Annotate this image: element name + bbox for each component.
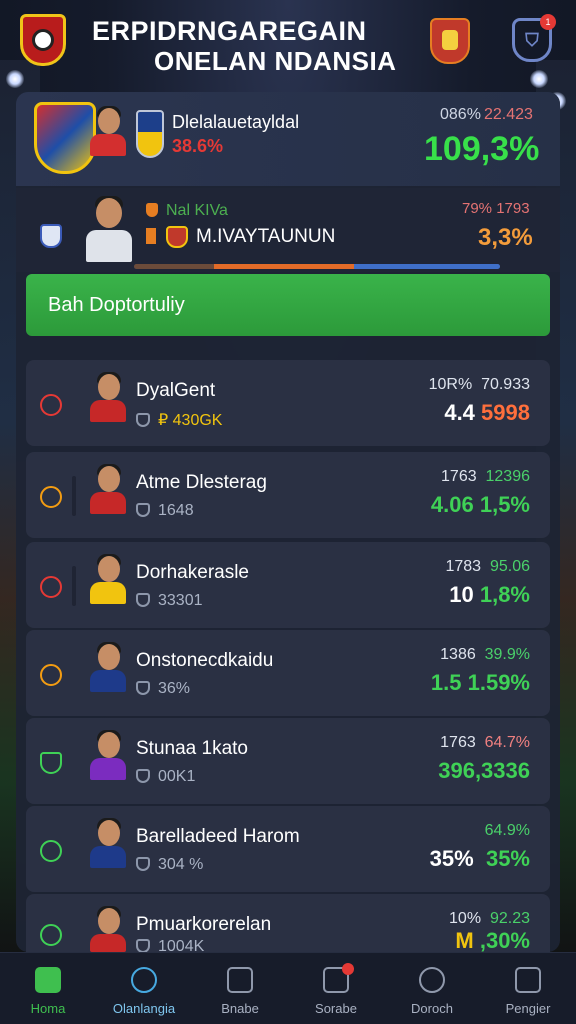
search-icon	[131, 967, 157, 993]
avatar	[90, 464, 126, 526]
club-crest-icon	[34, 102, 96, 174]
row-value: 1.5 1.59%	[430, 670, 530, 695]
nav-label: Doroch	[411, 1001, 453, 1016]
row-value: 35% 35%	[429, 846, 530, 871]
row-stats: 64.9%	[484, 822, 530, 839]
target-icon	[40, 394, 62, 416]
list-item[interactable]: DyalGent ₽ 430GK 10R% 70.933 4.4 5998	[26, 360, 550, 446]
nav-label: Pengier	[505, 1001, 551, 1016]
flame-icon	[146, 203, 158, 217]
row-sub: 00K1	[136, 768, 195, 786]
row-stats: 10% 92.23	[449, 910, 530, 927]
shoe-icon	[40, 576, 62, 598]
row-name: Onstonecdkaidu	[136, 650, 274, 671]
row-name: Atme Dlesterag	[136, 472, 267, 493]
notification-count-badge: 1	[540, 14, 556, 30]
team-badge-icon	[40, 224, 62, 248]
ball-icon	[40, 924, 62, 946]
row-stats: 1783 95.06	[445, 558, 530, 575]
drop-icon	[40, 664, 62, 686]
featured-name: Dlelalauetayldal	[172, 112, 300, 132]
nav-profile[interactable]: Doroch	[384, 953, 480, 1024]
team-badge-icon	[166, 226, 188, 248]
avatar	[90, 642, 126, 704]
avatar	[82, 196, 134, 266]
row-sub: 33301	[136, 592, 203, 610]
row-stats: 1386 39.9%	[440, 646, 530, 663]
team-badge-icon[interactable]	[430, 18, 470, 64]
user-icon	[419, 967, 445, 993]
list-item[interactable]: Pmuarkorerelan 1004K 10% 92.23 M ,30%	[26, 894, 550, 955]
nav-label: Sorabe	[315, 1001, 357, 1016]
featured-change: 38.6%	[172, 136, 224, 156]
avatar	[90, 818, 126, 880]
row-stats: 1763 64.7%	[440, 734, 530, 751]
list-item[interactable]: Dorhakerasle 33301 1783 95.06 10 1,8%	[26, 542, 550, 628]
nav-chart[interactable]: Sorabe	[288, 953, 384, 1024]
app-header: ERPIDRNGAREGAIN ONELAN NDANSIA ⛉ 1	[0, 0, 576, 92]
shield-check-icon	[40, 752, 62, 774]
featured-stat-a: 086%	[440, 106, 481, 123]
team-shield-icon	[136, 110, 164, 158]
row-value: 10 1,8%	[449, 582, 530, 607]
row-divider	[72, 566, 76, 606]
home-icon	[35, 967, 61, 993]
row-name: Stunaa 1kato	[136, 738, 248, 759]
list-item[interactable]: Onstonecdkaidu 36% 1386 39.9% 1.5 1.59%	[26, 630, 550, 716]
row-sub: ₽ 430GK	[136, 410, 222, 430]
avatar	[90, 554, 126, 616]
featured-stat-b: 22.423	[484, 106, 533, 123]
row-value: 4.06 1,5%	[430, 492, 530, 517]
list-item[interactable]: Stunaa 1kato 00K1 1763 64.7% 396,3336	[26, 718, 550, 804]
leaf-icon	[40, 840, 62, 862]
list-item[interactable]: Atme Dlesterag 1648 1763 12396 4.06 1,5%	[26, 452, 550, 538]
nav-label: Homa	[30, 1001, 66, 1016]
row-sub: 36%	[136, 680, 190, 698]
row-sub: 1648	[136, 502, 194, 520]
row-name: Pmuarkorerelan	[136, 914, 272, 935]
nav-badge	[341, 963, 354, 975]
shield-notification-icon: ⛉	[525, 29, 539, 50]
row-value: M ,30%	[455, 928, 530, 953]
row-sub: 304 %	[136, 856, 203, 874]
settings-icon	[515, 967, 541, 993]
avatar	[90, 372, 126, 434]
avatar	[90, 106, 126, 162]
list-item[interactable]: Barelladeed Harom 304 % 64.9% 35% 35%	[26, 806, 550, 892]
row-name: DyalGent	[136, 380, 216, 401]
flame-icon	[40, 486, 62, 508]
club-crest-icon[interactable]	[20, 14, 66, 66]
nav-calendar[interactable]: Bnabe	[192, 953, 288, 1024]
spotlight-progress-bar	[134, 264, 500, 269]
row-value: 4.4 5998	[444, 400, 530, 425]
avatar	[90, 730, 126, 792]
row-stats: 1763 12396	[441, 468, 530, 485]
spotlight-pct: 3,3%	[478, 224, 533, 251]
app-title-line1: ERPIDRNGAREGAIN	[92, 16, 367, 46]
nav-label: Bnabe	[221, 1001, 259, 1016]
row-value: 396,3336	[438, 758, 530, 783]
nav-settings[interactable]: Pengier	[480, 953, 576, 1024]
row-divider	[72, 476, 76, 516]
nav-home[interactable]: Homa	[0, 953, 96, 1024]
app-title-line2: ONELAN NDANSIA	[154, 46, 397, 76]
row-name: Barelladeed Harom	[136, 826, 300, 847]
featured-value: 109,3%	[424, 130, 540, 168]
spotlight-tag: Nal KIVa	[166, 202, 228, 219]
spotlight-stat: 79% 1793	[462, 200, 530, 217]
row-name: Dorhakerasle	[136, 562, 249, 583]
bottom-navigation: Homa Olanlangia Bnabe Sorabe Doroch Peng…	[0, 952, 576, 1024]
spotlight-name: M.IVAYTAUNUN	[196, 226, 336, 247]
calendar-icon	[227, 967, 253, 993]
row-stats: 10R% 70.933	[428, 376, 530, 393]
nav-search[interactable]: Olanlangia	[96, 953, 192, 1024]
nav-label: Olanlangia	[112, 1001, 176, 1016]
cta-button[interactable]: Bah Doptortuliy	[26, 274, 550, 336]
torch-icon	[146, 228, 156, 244]
